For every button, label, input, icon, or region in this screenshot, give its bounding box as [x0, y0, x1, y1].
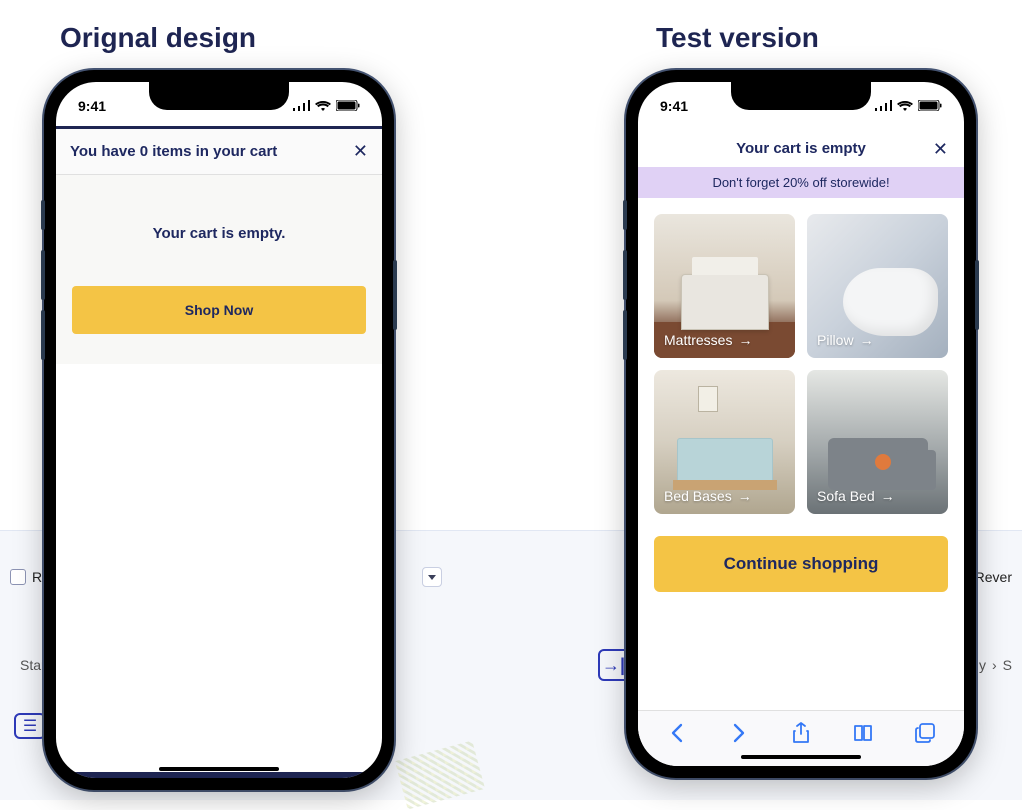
home-indicator	[741, 755, 861, 759]
arrow-right-icon: →	[860, 332, 874, 348]
chevron-right-icon: ›	[992, 657, 997, 673]
promo-banner: Don't forget 20% off storewide!	[638, 167, 964, 198]
cart-header-test: Your cart is empty ✕	[638, 126, 964, 167]
phone-side-button	[975, 260, 979, 330]
phone-side-button	[41, 250, 45, 300]
heading-original: Orignal design	[60, 22, 256, 54]
phone-side-button	[623, 200, 627, 230]
phone-notch	[149, 82, 289, 110]
cart-header-title: Your cart is empty	[736, 140, 866, 157]
bookmarks-icon[interactable]	[843, 724, 883, 742]
cart-header-original: You have 0 items in your cart ✕	[56, 126, 382, 175]
bg-revenue-label: Rever	[975, 569, 1012, 585]
category-card-pillow[interactable]: Pillow →	[807, 214, 948, 358]
category-grid: Mattresses → Pillow → Bed Bases	[638, 198, 964, 530]
bg-checkbox-left: R	[10, 569, 42, 585]
chevron-down-icon	[428, 575, 436, 580]
back-icon[interactable]	[657, 723, 697, 743]
battery-icon	[336, 98, 360, 114]
category-card-bedbases[interactable]: Bed Bases →	[654, 370, 795, 514]
share-icon[interactable]	[781, 722, 821, 744]
category-label: Mattresses	[664, 332, 732, 348]
heading-test: Test version	[656, 22, 819, 54]
status-time: 9:41	[78, 94, 106, 114]
home-indicator	[159, 767, 279, 771]
arrow-right-to-line-icon: →|	[602, 655, 625, 676]
bg-list-button[interactable]: ☰	[14, 713, 46, 739]
close-icon[interactable]: ✕	[353, 141, 368, 162]
category-card-sofabed[interactable]: Sofa Bed →	[807, 370, 948, 514]
phone-test: 9:41 Your cart is empty ✕ Don't forget 2…	[626, 70, 976, 778]
breadcrumb-item: y	[979, 657, 986, 673]
bg-breadcrumb: y › S	[979, 657, 1012, 673]
phone-side-button	[393, 260, 397, 330]
arrow-right-icon: →	[738, 332, 752, 348]
battery-icon	[918, 98, 942, 114]
shop-now-button[interactable]: Shop Now	[72, 286, 366, 334]
bg-enter-button[interactable]: →|	[598, 649, 630, 681]
cellular-signal-icon	[875, 98, 892, 114]
checkbox-icon[interactable]	[10, 569, 26, 585]
empty-cart-section: Your cart is empty. Shop Now	[56, 175, 382, 364]
phone-original: 9:41 You have 0 items in your cart ✕ You…	[44, 70, 394, 790]
continue-shopping-button[interactable]: Continue shopping	[654, 536, 948, 592]
arrow-right-icon: →	[738, 488, 752, 504]
breadcrumb-item: S	[1003, 657, 1012, 673]
phone-side-button	[41, 310, 45, 360]
bg-dropdown[interactable]	[422, 567, 442, 587]
cellular-signal-icon	[293, 98, 310, 114]
category-card-mattresses[interactable]: Mattresses →	[654, 214, 795, 358]
bg-label-r: R	[32, 569, 42, 585]
list-icon: ☰	[23, 716, 37, 736]
phone-side-button	[623, 250, 627, 300]
phone-notch	[731, 82, 871, 110]
bottom-accent-bar	[56, 772, 382, 778]
tabs-icon[interactable]	[905, 723, 945, 743]
phone-side-button	[623, 310, 627, 360]
wifi-icon	[897, 98, 913, 114]
cart-header-title: You have 0 items in your cart	[70, 143, 277, 160]
category-label: Bed Bases	[664, 488, 732, 504]
status-time: 9:41	[660, 94, 688, 114]
wifi-icon	[315, 98, 331, 114]
arrow-right-icon: →	[881, 488, 895, 504]
category-label: Pillow	[817, 332, 854, 348]
forward-icon[interactable]	[719, 723, 759, 743]
category-label: Sofa Bed	[817, 488, 875, 504]
empty-cart-message: Your cart is empty.	[68, 225, 370, 242]
phone-side-button	[41, 200, 45, 230]
close-icon[interactable]: ✕	[933, 139, 948, 160]
